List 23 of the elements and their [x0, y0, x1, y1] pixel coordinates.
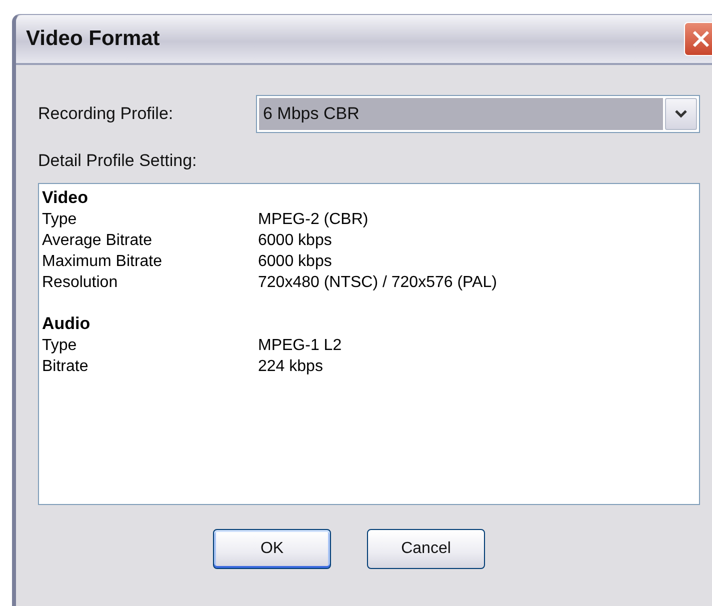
setting-name: Type [42, 210, 78, 230]
section-heading: Audio [42, 313, 92, 335]
cancel-button[interactable]: Cancel [367, 529, 485, 569]
setting-value: 6000 kbps [258, 231, 332, 251]
close-icon [691, 29, 711, 49]
setting-name: Resolution [42, 273, 119, 293]
setting-name: Bitrate [42, 357, 90, 377]
profile-dropdown[interactable]: 6 Mbps CBR [256, 95, 700, 133]
setting-name: Average Bitrate [42, 231, 153, 251]
setting-name: Type [42, 336, 78, 356]
setting-value: MPEG-1 L2 [258, 336, 342, 356]
ok-button[interactable]: OK [213, 529, 331, 569]
field-label: Recording Profile: [38, 104, 174, 124]
setting-value: 224 kbps [258, 357, 323, 377]
setting-name: Maximum Bitrate [42, 252, 164, 272]
setting-value: 6000 kbps [258, 252, 332, 272]
setting-value: 720x480 (NTSC) / 720x576 (PAL) [258, 273, 497, 293]
window-title: Video Format [26, 27, 160, 51]
setting-value: MPEG-2 (CBR) [258, 210, 368, 230]
section-label: Detail Profile Setting: [38, 151, 197, 171]
chevron-down-icon [674, 109, 688, 119]
section-heading: Video [42, 187, 89, 209]
close-button[interactable] [684, 22, 712, 56]
